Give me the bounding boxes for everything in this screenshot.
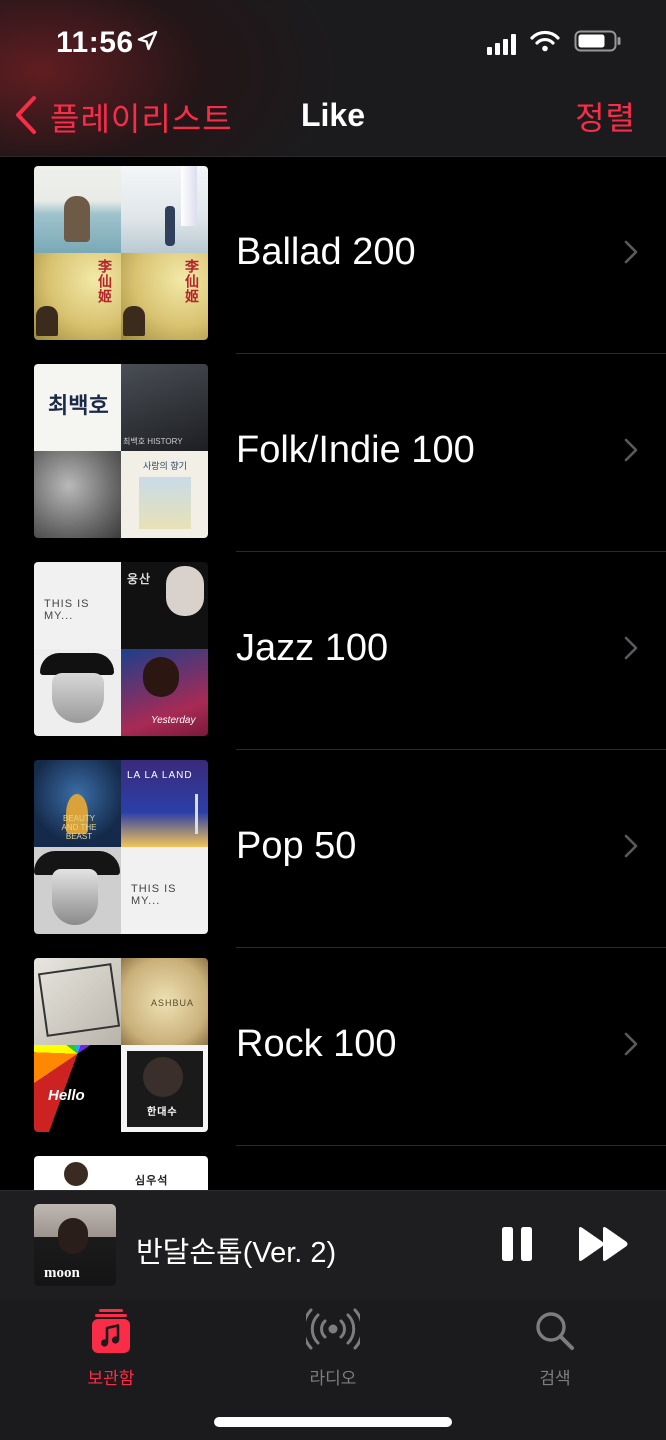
playlist-title: Jazz 100 bbox=[236, 627, 389, 669]
tab-search[interactable]: 검색 bbox=[490, 1307, 620, 1389]
art-text: 심우석 bbox=[135, 1175, 169, 1187]
tab-library-label: 보관함 bbox=[87, 1369, 135, 1388]
chevron-left-icon bbox=[14, 95, 38, 140]
tab-radio-label: 라디오 bbox=[309, 1369, 357, 1388]
playlist-row[interactable]: 심우석 bbox=[0, 1146, 666, 1190]
art-text: Yesterday bbox=[151, 715, 196, 726]
back-button[interactable]: 플레이리스트 bbox=[14, 94, 233, 140]
tab-search-label: 검색 bbox=[539, 1369, 571, 1388]
wifi-icon bbox=[530, 30, 560, 57]
art-text: BEAUTY AND THE BEAST bbox=[61, 814, 97, 841]
status-time: 11:56 bbox=[56, 26, 134, 59]
playlist-artwork: 최백호 최백호 HISTORY 사랑의 향기 bbox=[34, 364, 208, 538]
playlist-row[interactable]: 최백호 최백호 HISTORY 사랑의 향기 Folk/Indie 100 bbox=[0, 354, 666, 552]
pause-icon bbox=[502, 1227, 532, 1261]
page-title: Like bbox=[300, 97, 366, 133]
art-text: ASHBUA bbox=[151, 998, 195, 1008]
now-playing-artwork: moon bbox=[34, 1204, 116, 1286]
next-track-button[interactable] bbox=[576, 1225, 632, 1268]
playlist-artwork: ASHBUA Hello 한대수 bbox=[34, 958, 208, 1132]
chevron-right-icon bbox=[624, 1032, 638, 1061]
playlist-row[interactable]: BEAUTY AND THE BEAST LA LA LAND THIS IS … bbox=[0, 750, 666, 948]
cellular-signal-icon bbox=[487, 33, 516, 55]
playlist-title: Folk/Indie 100 bbox=[236, 429, 475, 471]
location-arrow-icon bbox=[136, 30, 158, 57]
playlist-title: Rock 100 bbox=[236, 1023, 397, 1065]
tab-radio[interactable]: 라디오 bbox=[268, 1307, 398, 1389]
art-text: 한대수 bbox=[147, 1107, 178, 1118]
now-playing-art-text: moon bbox=[44, 1265, 80, 1281]
art-text: 李仙姬 bbox=[97, 259, 113, 304]
art-text: 사랑의 향기 bbox=[143, 461, 187, 471]
radio-icon bbox=[302, 1308, 364, 1359]
playlist-list: 李仙姬 李仙姬 Ballad 200 최백호 최백호 HISTORY 사랑의 향… bbox=[0, 156, 666, 1190]
top-bar: 11:56 플레이리스트 Like 정렬 bbox=[0, 0, 666, 157]
pause-button[interactable] bbox=[500, 1225, 534, 1268]
sort-button[interactable]: 정렬 bbox=[575, 93, 636, 139]
playlist-title: Pop 50 bbox=[236, 825, 357, 867]
playlist-row[interactable]: ASHBUA Hello 한대수 Rock 100 bbox=[0, 948, 666, 1146]
battery-icon bbox=[574, 30, 622, 57]
now-playing-title: 반달손톱(Ver. 2) bbox=[136, 1237, 337, 1269]
art-text: 웅산 bbox=[127, 572, 152, 586]
art-text: 최백호 HISTORY bbox=[123, 437, 183, 446]
back-button-label: 플레이리스트 bbox=[50, 101, 233, 137]
art-text: Hello bbox=[48, 1087, 85, 1104]
chevron-right-icon bbox=[624, 636, 638, 665]
playlist-title: Ballad 200 bbox=[236, 231, 416, 273]
chevron-right-icon bbox=[624, 240, 638, 269]
playlist-row[interactable]: THIS IS MY... 웅산 Yesterday Jazz 100 bbox=[0, 552, 666, 750]
chevron-right-icon bbox=[624, 438, 638, 467]
status-indicators bbox=[487, 30, 622, 57]
search-icon bbox=[533, 1312, 577, 1359]
forward-icon bbox=[579, 1227, 628, 1261]
mini-player[interactable]: moon 반달손톱(Ver. 2) bbox=[0, 1190, 666, 1300]
art-text: THIS IS MY... bbox=[131, 883, 177, 907]
playlist-artwork: 李仙姬 李仙姬 bbox=[34, 166, 208, 340]
art-text: LA LA LAND bbox=[127, 770, 193, 781]
art-text: 李仙姬 bbox=[184, 259, 200, 304]
art-text: 최백호 bbox=[48, 393, 109, 418]
playlist-artwork: BEAUTY AND THE BEAST LA LA LAND THIS IS … bbox=[34, 760, 208, 934]
playlist-artwork: 심우석 bbox=[34, 1156, 208, 1190]
playlist-row[interactable]: 李仙姬 李仙姬 Ballad 200 bbox=[0, 156, 666, 354]
art-text: THIS IS MY... bbox=[44, 598, 90, 622]
playlist-artwork: THIS IS MY... 웅산 Yesterday bbox=[34, 562, 208, 736]
chevron-right-icon bbox=[624, 834, 638, 863]
tab-library[interactable]: 보관함 bbox=[46, 1307, 176, 1389]
home-indicator[interactable] bbox=[214, 1417, 452, 1427]
library-icon bbox=[89, 1309, 133, 1359]
